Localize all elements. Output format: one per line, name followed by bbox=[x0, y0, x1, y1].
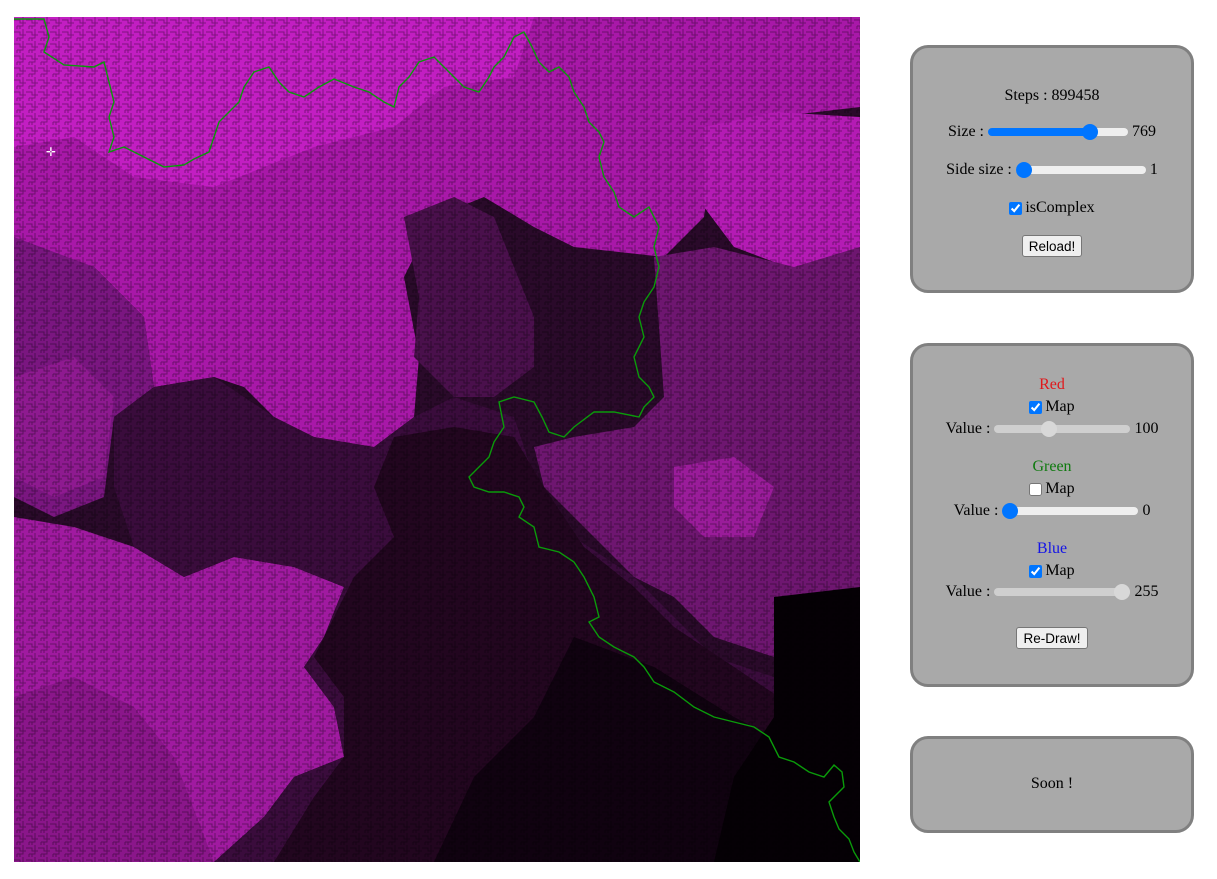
green-map-checkbox[interactable] bbox=[1029, 482, 1043, 496]
red-map-checkbox[interactable] bbox=[1029, 400, 1043, 414]
is-complex-checkbox[interactable] bbox=[1009, 201, 1023, 215]
soon-panel: Soon ! bbox=[910, 736, 1194, 833]
green-value-slider[interactable] bbox=[1002, 507, 1139, 515]
blue-value-label: Value : bbox=[945, 583, 991, 600]
green-value-label: Value : bbox=[953, 502, 999, 519]
soon-text: Soon ! bbox=[1030, 775, 1074, 792]
size-value: 769 bbox=[1132, 123, 1156, 140]
blue-value: 255 bbox=[1134, 583, 1159, 600]
reload-button[interactable]: Reload! bbox=[1021, 235, 1083, 257]
side-size-row: Side size : 1 bbox=[913, 159, 1191, 181]
color-map-panel: Red Map Value : 100 Green Map Value : 0 … bbox=[910, 343, 1194, 687]
size-row: Size : 769 bbox=[913, 121, 1191, 143]
mouse-cursor: ✛ bbox=[46, 145, 56, 159]
green-map-label: Map bbox=[1045, 480, 1075, 497]
side-size-value: 1 bbox=[1149, 161, 1158, 178]
size-label: Size : bbox=[948, 123, 984, 140]
blue-value-row: Value : 255 bbox=[913, 581, 1191, 603]
steps-counter: Steps : 899458 bbox=[1004, 87, 1100, 104]
maze-settings-panel: Steps : 899458 Size : 769 Side size : 1 … bbox=[910, 45, 1194, 293]
green-map-row: Map bbox=[913, 478, 1191, 500]
blue-map-row: Map bbox=[913, 560, 1191, 582]
red-value-label: Value : bbox=[945, 420, 991, 437]
is-complex-row: isComplex bbox=[913, 197, 1191, 219]
maze-walls bbox=[14, 17, 860, 862]
red-value-slider[interactable] bbox=[994, 425, 1131, 433]
red-map-row: Map bbox=[913, 396, 1191, 418]
maze-canvas[interactable]: ✛ bbox=[14, 17, 860, 862]
red-value: 100 bbox=[1134, 420, 1159, 437]
side-size-label: Side size : bbox=[946, 161, 1012, 178]
blue-value-slider[interactable] bbox=[994, 588, 1131, 596]
red-map-label: Map bbox=[1045, 398, 1075, 415]
redraw-button[interactable]: Re-Draw! bbox=[1016, 627, 1088, 649]
green-value: 0 bbox=[1142, 502, 1151, 519]
blue-title: Blue bbox=[1036, 540, 1068, 557]
is-complex-label: isComplex bbox=[1025, 199, 1095, 216]
side-size-slider[interactable] bbox=[1015, 166, 1146, 174]
blue-map-label: Map bbox=[1045, 562, 1075, 579]
green-value-row: Value : 0 bbox=[913, 500, 1191, 522]
green-title: Green bbox=[1032, 458, 1072, 475]
size-slider[interactable] bbox=[988, 128, 1128, 136]
red-value-row: Value : 100 bbox=[913, 418, 1191, 440]
blue-map-checkbox[interactable] bbox=[1029, 564, 1043, 578]
red-title: Red bbox=[1039, 376, 1065, 393]
